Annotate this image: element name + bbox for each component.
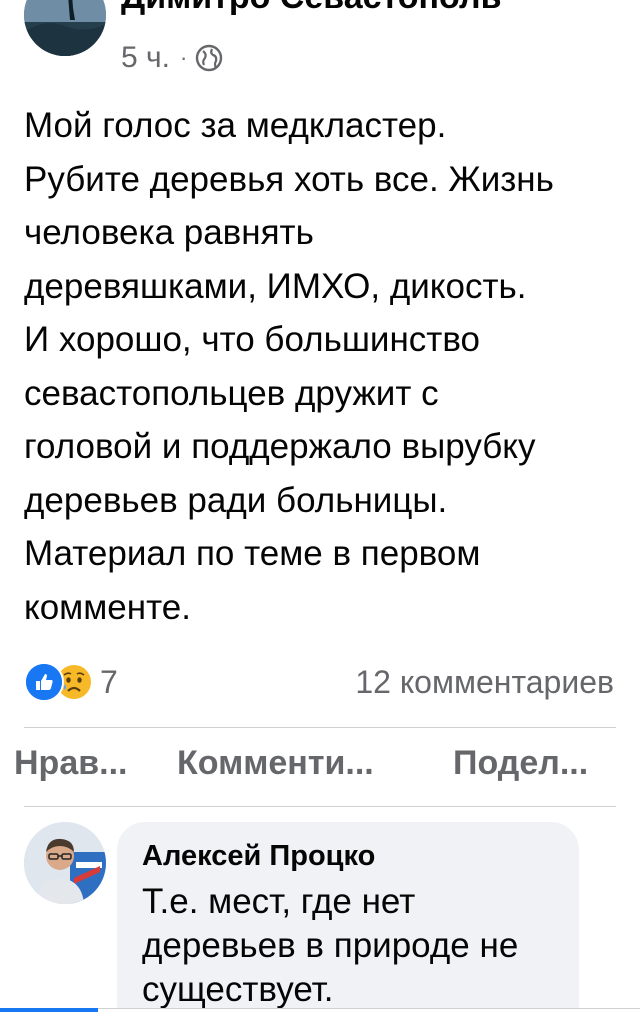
post-action-bar: Нрав... Комменти... Подел... xyxy=(0,744,640,794)
post-meta: 5 ч. · xyxy=(121,41,223,75)
avatar-image xyxy=(24,0,106,56)
post-time[interactable]: 5 ч. xyxy=(121,41,170,75)
post-text-line: Материал по теме в первом xyxy=(24,534,481,573)
comment-text-line: деревьев в природе не xyxy=(142,926,519,965)
post-text-line: Рубите деревья хоть все. Жизнь xyxy=(24,159,554,199)
comment-text-line: Т.е. мест, где нет xyxy=(142,882,416,921)
meta-separator: · xyxy=(179,45,188,70)
comment-author-name[interactable]: Алексей Процко xyxy=(142,840,375,873)
avatar-image xyxy=(24,822,106,904)
comment-text-line: существует. xyxy=(142,970,334,1009)
comment-body: Т.е. мест, где нет деревьев в природе не… xyxy=(142,880,572,1012)
comments-count-link[interactable]: 12 комментариев xyxy=(355,664,614,701)
like-button[interactable]: Нрав... xyxy=(14,744,127,783)
post-text-line: комменте. xyxy=(24,587,191,627)
post-text-line: И хорошо, что большинство xyxy=(24,320,480,359)
bottom-divider xyxy=(98,1008,640,1009)
divider xyxy=(24,806,616,807)
reaction-count: 7 xyxy=(100,663,118,700)
author-avatar[interactable] xyxy=(24,0,106,56)
reactions-summary[interactable]: 7 xyxy=(24,662,118,702)
post-text-line: деревьев ради больницы. xyxy=(24,480,448,520)
like-icon xyxy=(24,662,64,702)
globe-icon xyxy=(195,44,223,72)
commenter-avatar[interactable] xyxy=(24,822,106,904)
post-text-line: головой и поддержало вырубку xyxy=(24,427,536,466)
share-button[interactable]: Подел... xyxy=(453,744,588,783)
post-text-line: севастопольцев дружит с xyxy=(24,373,439,413)
facebook-post-screen: Димитро Севастополь 5 ч. · Мой голос за … xyxy=(0,0,640,1016)
post-author-name[interactable]: Димитро Севастополь xyxy=(121,0,501,17)
post-text-line: Мой голос за медкластер. xyxy=(24,106,447,145)
divider xyxy=(24,727,616,728)
post-body: Мой голос за медкластер. Рубите деревья … xyxy=(24,99,624,634)
post-text-line: деревяшками, ИМХО, дикость. xyxy=(24,266,527,306)
active-tab-indicator xyxy=(0,1008,98,1012)
post-text-line: человека равнять xyxy=(24,213,314,252)
comment-button[interactable]: Комменти... xyxy=(177,744,374,783)
